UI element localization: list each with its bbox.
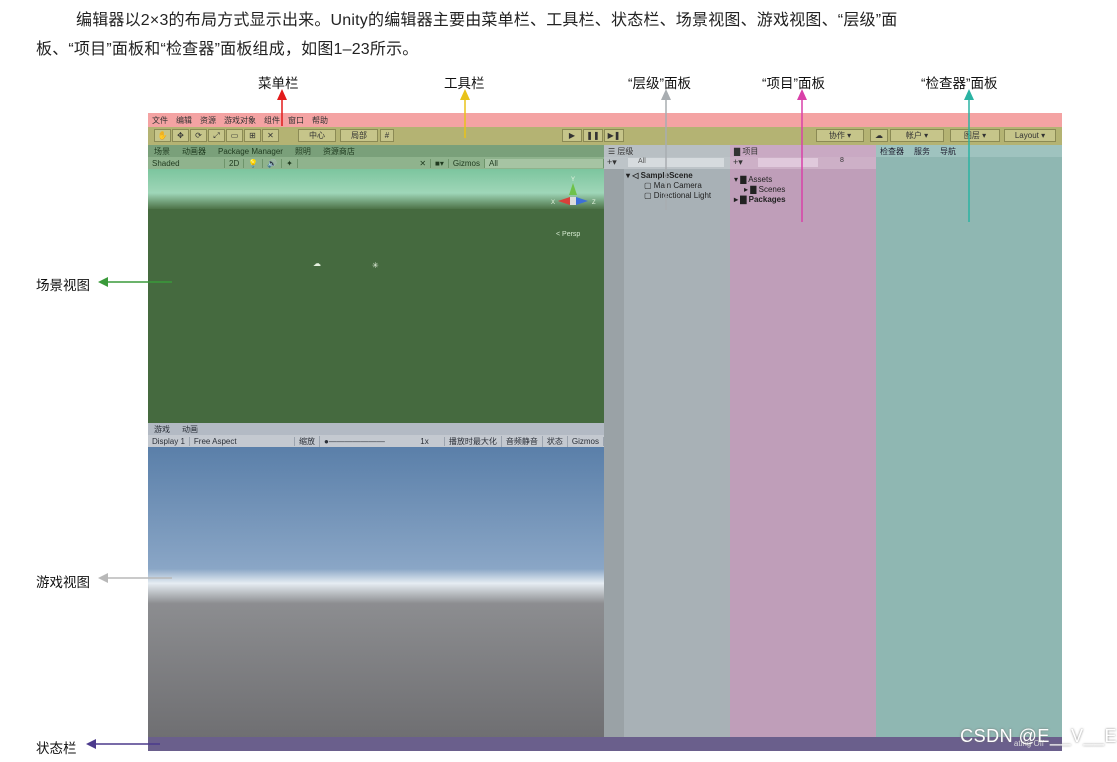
watermark: CSDN @E__V__E <box>960 726 1117 746</box>
arrow-status-head <box>86 739 96 749</box>
arrow-game-head <box>98 573 108 583</box>
callout-arrows <box>86 89 974 749</box>
arrow-project-head <box>797 89 807 100</box>
arrow-scene-head <box>98 277 108 287</box>
arrow-inspector-head <box>964 89 974 100</box>
arrow-hierarchy-head <box>661 89 671 100</box>
arrow-toolbar-head <box>460 89 470 100</box>
arrow-menubar-head <box>277 89 287 100</box>
